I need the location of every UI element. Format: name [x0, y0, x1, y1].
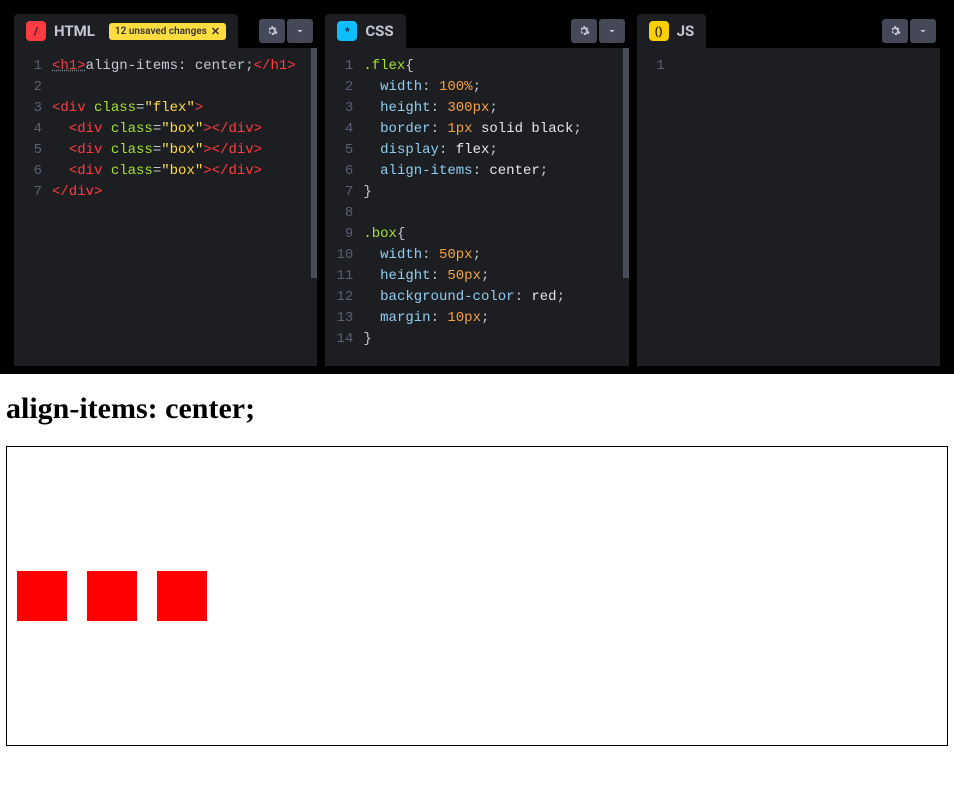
css-gutter: 1 2 3 4 5 6 7 8 9 10 11 12 13 14: [325, 56, 363, 366]
js-editor[interactable]: 1: [637, 48, 940, 366]
html-icon: /: [26, 21, 46, 41]
editor-panels: / HTML 12 unsaved changes ✕ 1 2: [0, 0, 954, 374]
chevron-down-icon: [606, 25, 618, 37]
tab-js[interactable]: () JS: [637, 14, 707, 48]
close-icon[interactable]: ✕: [211, 25, 220, 38]
result-preview: align-items: center;: [0, 374, 954, 786]
gear-icon: [266, 25, 278, 37]
unsaved-changes-text: 12 unsaved changes: [115, 26, 207, 37]
js-gutter: 1: [637, 56, 675, 366]
panel-html: / HTML 12 unsaved changes ✕ 1 2: [14, 14, 317, 366]
panel-html-header: / HTML 12 unsaved changes ✕: [14, 14, 317, 48]
flex-container: [6, 446, 948, 746]
js-icon: (): [649, 21, 669, 41]
settings-button[interactable]: [259, 19, 285, 43]
box: [87, 571, 137, 621]
js-code[interactable]: [675, 56, 940, 366]
panel-html-title: HTML: [54, 22, 95, 40]
gear-icon: [889, 25, 901, 37]
dropdown-button[interactable]: [287, 19, 313, 43]
box: [17, 571, 67, 621]
settings-button[interactable]: [571, 19, 597, 43]
minimap[interactable]: [623, 48, 629, 278]
chevron-down-icon: [917, 25, 929, 37]
panel-js: () JS 1: [637, 14, 940, 366]
tab-html[interactable]: / HTML 12 unsaved changes ✕: [14, 14, 238, 48]
html-editor[interactable]: 1 2 3 4 5 6 7 <h1>align-items: center;</…: [14, 48, 317, 366]
css-code[interactable]: .flex{ width: 100%; height: 300px; borde…: [363, 56, 628, 366]
css-icon: *: [337, 21, 357, 41]
unsaved-changes-pill[interactable]: 12 unsaved changes ✕: [109, 23, 226, 40]
dropdown-button[interactable]: [599, 19, 625, 43]
gear-icon: [578, 25, 590, 37]
panel-html-actions: [259, 19, 313, 43]
tab-css[interactable]: * CSS: [325, 14, 405, 48]
html-gutter: 1 2 3 4 5 6 7: [14, 56, 52, 366]
panel-css-title: CSS: [365, 22, 393, 40]
minimap[interactable]: [311, 48, 317, 278]
panel-js-actions: [882, 19, 936, 43]
panel-js-header: () JS: [637, 14, 940, 48]
chevron-down-icon: [294, 25, 306, 37]
result-heading: align-items: center;: [6, 392, 948, 426]
panel-css-actions: [571, 19, 625, 43]
box: [157, 571, 207, 621]
panel-js-title: JS: [677, 22, 695, 40]
settings-button[interactable]: [882, 19, 908, 43]
dropdown-button[interactable]: [910, 19, 936, 43]
html-code[interactable]: <h1>align-items: center;</h1> <div class…: [52, 56, 317, 366]
panel-css: * CSS 1 2 3 4 5 6 7 8: [325, 14, 628, 366]
panel-css-header: * CSS: [325, 14, 628, 48]
css-editor[interactable]: 1 2 3 4 5 6 7 8 9 10 11 12 13 14 .flex{ …: [325, 48, 628, 366]
